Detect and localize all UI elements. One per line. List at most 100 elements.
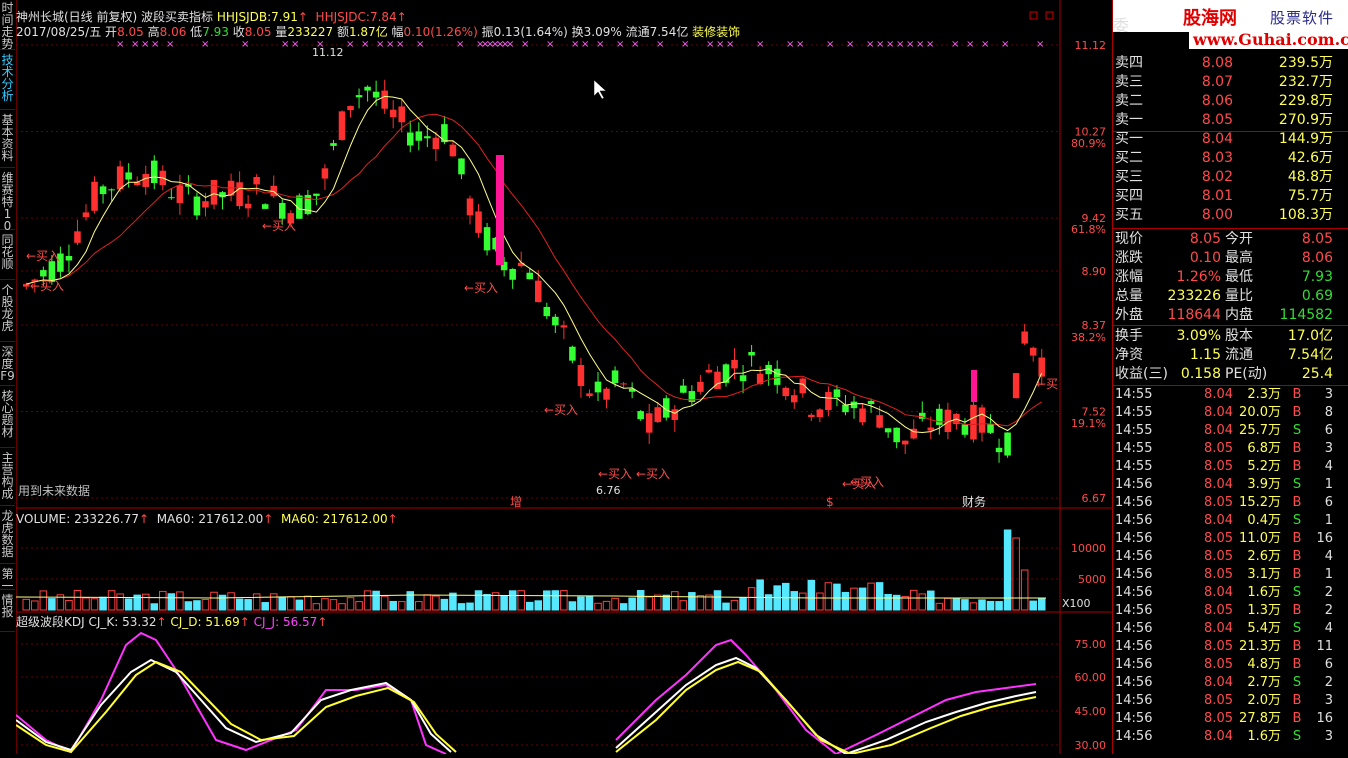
volume-bar <box>466 602 474 611</box>
signal-x-marker: × <box>571 39 579 50</box>
signal-x-marker: × <box>116 39 124 50</box>
ask-row[interactable]: 卖一 8.05 270.9万 <box>1113 111 1348 130</box>
signal-x-marker: × <box>681 39 689 50</box>
tick-time: 14:55 <box>1115 423 1153 438</box>
tick-row[interactable]: 14:56 8.05 27.8万 B 16 <box>1113 710 1348 728</box>
left-tab-5[interactable]: 同花顺 <box>0 232 15 280</box>
left-tab-9[interactable]: 主营构成 <box>0 450 15 506</box>
tick-row[interactable]: 14:56 8.05 1.3万 B 2 <box>1113 602 1348 620</box>
signal-x-marker: × <box>706 39 714 50</box>
tick-row[interactable]: 14:56 8.05 4.8万 B 6 <box>1113 656 1348 674</box>
tick-row[interactable]: 14:55 8.04 20.0万 B 8 <box>1113 404 1348 422</box>
volume-bar <box>159 590 167 611</box>
price-tick-label: 8.37 <box>1082 319 1107 332</box>
tick-row[interactable]: 14:56 8.04 2.7万 S 2 <box>1113 674 1348 692</box>
left-tab-4[interactable]: 维赛特10 <box>0 170 15 232</box>
volume-title: VOLUME: 233226.77 <box>16 512 139 526</box>
volume-bar <box>167 593 176 611</box>
tick-row[interactable]: 14:55 8.04 25.7万 S 6 <box>1113 422 1348 440</box>
tick-row[interactable]: 14:55 8.04 2.3万 B 3 <box>1113 386 1348 404</box>
tick-row[interactable]: 14:56 8.04 1.6万 S 3 <box>1113 728 1348 746</box>
tick-row[interactable]: 14:55 8.05 6.8万 B 3 <box>1113 440 1348 458</box>
left-tab-12[interactable]: 情报 <box>0 592 15 632</box>
level-label: 买二 <box>1115 150 1143 166</box>
candle-body <box>1021 331 1028 344</box>
signal-x-marker: × <box>616 39 624 50</box>
ask-row[interactable]: 卖二 8.06 229.8万 <box>1113 92 1348 111</box>
volume-bar <box>372 590 380 611</box>
volume-bar <box>781 582 790 611</box>
event-marker: 财务 <box>962 494 986 509</box>
chart-area[interactable]: 11.12 10.27 9.42 8.90 8.37 7.52 6.67 80.9% 61.8%… <box>15 0 1112 756</box>
tick-volume: 6.8万 <box>1247 441 1281 456</box>
signal-x-marker: × <box>241 39 249 50</box>
tick-row[interactable]: 14:56 8.05 2.6万 B 4 <box>1113 548 1348 566</box>
volume-bar <box>517 590 525 611</box>
high-value: 8.06 <box>159 25 187 39</box>
volume-bar <box>628 597 636 611</box>
left-tab-2[interactable]: 技术分析 <box>0 52 15 110</box>
tick-side: B <box>1292 567 1302 582</box>
left-tab-11[interactable]: 第一 <box>0 566 15 592</box>
chart-header-line2: 2017/08/25/五 开8.05 高8.06 低7.93 收8.05 量23… <box>16 25 741 39</box>
candle-body <box>705 369 713 373</box>
bid-row[interactable]: 买五 8.00 108.3万 <box>1113 206 1348 225</box>
tick-row[interactable]: 14:56 8.04 1.6万 S 2 <box>1113 584 1348 602</box>
tick-row[interactable]: 14:56 8.05 2.0万 B 3 <box>1113 692 1348 710</box>
signal-x-marker: × <box>656 39 664 50</box>
candle-body <box>321 168 329 179</box>
volume-bar <box>90 598 99 611</box>
quote-label: 最高 <box>1225 250 1253 266</box>
tick-price: 8.04 <box>1204 405 1233 420</box>
candle-body <box>859 408 866 423</box>
left-tab-6[interactable]: 个股龙虎 <box>0 282 15 342</box>
signal-x-marker: × <box>291 39 299 50</box>
candle-body <box>466 198 474 216</box>
candle-body <box>424 136 431 139</box>
volume-bar <box>312 603 321 611</box>
tick-count: 4 <box>1324 621 1333 636</box>
kline-chart-svg[interactable]: 11.1210.279.428.908.377.526.6780.9%61.8%… <box>15 0 1112 756</box>
candle-body <box>261 204 269 209</box>
volume-bar <box>841 591 850 611</box>
candle-body <box>714 371 721 390</box>
tick-row[interactable]: 14:56 8.04 5.4万 S 4 <box>1113 620 1348 638</box>
bid-row[interactable]: 买四 8.01 75.7万 <box>1113 187 1348 206</box>
tick-count: 8 <box>1324 405 1333 420</box>
kdj-tick-label: 30.00 <box>1075 739 1107 752</box>
tick-row[interactable]: 14:56 8.05 11.0万 B 16 <box>1113 530 1348 548</box>
tick-row[interactable]: 14:56 8.04 3.9万 S 1 <box>1113 476 1348 494</box>
sector-link[interactable]: 装修装饰 <box>692 25 740 39</box>
tick-row[interactable]: 14:56 8.05 21.3万 B 11 <box>1113 638 1348 656</box>
quote-label: 外盘 <box>1115 307 1143 323</box>
tick-volume: 2.6万 <box>1247 549 1281 564</box>
left-tab-8[interactable]: 核心题材 <box>0 388 15 448</box>
bid-row[interactable]: 买一 8.04 144.9万 <box>1113 130 1348 149</box>
level-price: 8.00 <box>1201 207 1233 223</box>
tick-side: S <box>1292 675 1302 690</box>
volume-bar <box>799 592 807 611</box>
tick-row[interactable]: 14:56 8.05 15.2万 B 6 <box>1113 494 1348 512</box>
volume-bar <box>730 599 739 611</box>
left-tab-3[interactable]: 基本资料 <box>0 112 15 168</box>
volume-bar <box>423 594 432 611</box>
left-tab-1[interactable]: 时间走势 <box>0 0 15 50</box>
ask-row[interactable]: 卖四 8.08 239.5万 <box>1113 54 1348 73</box>
volume-bar <box>363 590 372 611</box>
signal-x-marker: × <box>826 39 834 50</box>
tick-row[interactable]: 14:56 8.04 0.4万 S 1 <box>1113 512 1348 530</box>
candle-body <box>355 95 363 98</box>
kdj-k: CJ_K: 53.32 <box>88 615 157 629</box>
tick-row[interactable]: 14:56 8.05 3.1万 B 1 <box>1113 566 1348 584</box>
tick-side: S <box>1292 513 1302 528</box>
signal-x-marker: × <box>906 39 914 50</box>
tick-count: 3 <box>1324 693 1333 708</box>
tick-row[interactable]: 14:55 8.05 5.2万 B 4 <box>1113 458 1348 476</box>
left-tab-7[interactable]: 深度F9 <box>0 344 15 386</box>
bid-row[interactable]: 买三 8.02 48.8万 <box>1113 168 1348 187</box>
left-tab-10[interactable]: 龙虎数据 <box>0 508 15 564</box>
tick-count: 2 <box>1324 603 1333 618</box>
bid-row[interactable]: 买二 8.03 42.6万 <box>1113 149 1348 168</box>
left-tab-strip: 时间走势技术分析基本资料维赛特10 同花顺个股龙虎深度F9 核心题材主营构成龙虎数据… <box>0 0 17 754</box>
ask-row[interactable]: 卖三 8.07 232.7万 <box>1113 73 1348 92</box>
